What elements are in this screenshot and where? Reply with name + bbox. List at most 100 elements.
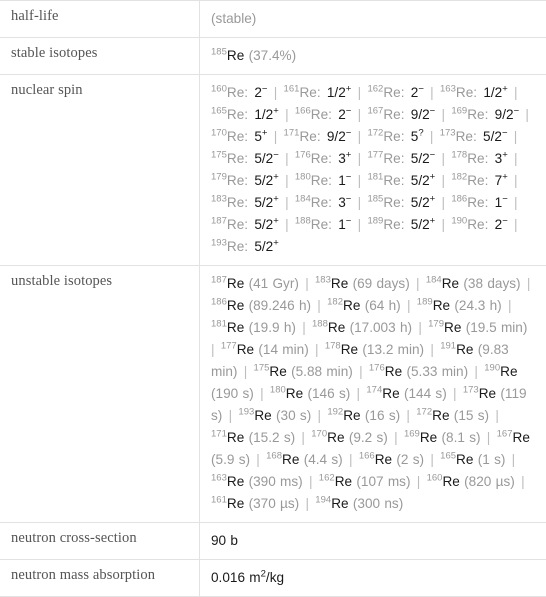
isotope-detail: (820 µs)	[464, 474, 515, 489]
table-row: half-life(stable)	[0, 1, 546, 38]
list-separator: |	[351, 85, 367, 100]
isotope-symbol: Re	[444, 320, 461, 335]
isotope-symbol: Re	[382, 386, 399, 401]
spin-number: 5	[254, 129, 262, 144]
list-separator: |	[508, 129, 520, 144]
isotope-entry: 189Re	[417, 298, 450, 313]
isotope-symbol: Re:	[227, 107, 248, 122]
spin-value: 9/2−	[325, 129, 351, 144]
isotope-entry: 170Re	[311, 430, 344, 445]
spin-entry: 178Re:	[451, 151, 488, 166]
spin-number: 1	[338, 173, 346, 188]
isotope-detail: (14 min)	[258, 342, 308, 357]
isotope-mass-number: 162	[319, 473, 335, 484]
isotope-detail: (41 Gyr)	[249, 276, 299, 291]
isotope-mass-number: 187	[211, 275, 227, 286]
isotope-detail: (16 s)	[365, 408, 400, 423]
list-separator: |	[505, 452, 517, 467]
spin-entry: 171Re:	[284, 129, 321, 144]
spin-entry: 181Re:	[367, 173, 404, 188]
isotope-symbol: Re	[479, 386, 496, 401]
isotope-symbol: Re	[227, 320, 244, 335]
isotope-entry: 194Re	[315, 496, 348, 511]
isotope-mass-number: 173	[463, 385, 479, 396]
isotope-symbol: Re	[335, 474, 352, 489]
spin-number: 5/2	[254, 195, 273, 210]
isotope-detail: (390 ms)	[249, 474, 303, 489]
isotope-mass-number: 188	[312, 319, 328, 330]
isotope-mass-number: 194	[315, 495, 331, 506]
spin-entry: 179Re:	[211, 173, 248, 188]
isotope-symbol: Re	[420, 430, 437, 445]
isotope-symbol: Re	[282, 452, 299, 467]
isotope-mass-number: 160	[427, 473, 443, 484]
spin-value: 5/2+	[409, 195, 435, 210]
spin-value: 1/2+	[325, 85, 351, 100]
isotope-entry: 167Re	[497, 430, 530, 445]
row-value: 90 b	[200, 523, 546, 560]
spin-number: 5/2	[411, 217, 430, 232]
list-separator: |	[481, 430, 497, 445]
value-text: 90 b	[211, 533, 238, 548]
spin-parity-sign: ?	[418, 128, 423, 139]
list-separator: |	[311, 298, 327, 313]
spin-parity-sign: +	[273, 238, 279, 249]
isotope-symbol: Re:	[383, 107, 404, 122]
table-row: nuclear spin160Re: 2− | 161Re: 1/2+ | 16…	[0, 75, 546, 266]
isotope-mass-number: 162	[367, 84, 383, 95]
isotope-entry: 166Re	[359, 452, 392, 467]
spin-parity-sign: +	[273, 106, 279, 117]
isotope-symbol: Re:	[227, 151, 248, 166]
spin-entry: 177Re:	[367, 151, 404, 166]
spin-number: 3	[338, 195, 346, 210]
isotope-detail: (300 ns)	[353, 496, 403, 511]
isotope-entry: 163Re	[211, 474, 244, 489]
isotope-symbol: Re	[433, 298, 450, 313]
spin-number: 5/2	[254, 151, 273, 166]
isotope-symbol: Re	[331, 276, 348, 291]
spin-value: 3+	[336, 151, 351, 166]
isotope-detail: (30 s)	[276, 408, 311, 423]
isotope-mass-number: 178	[325, 341, 341, 352]
spin-entry: 172Re:	[367, 129, 404, 144]
spin-value: 5/2+	[409, 173, 435, 188]
spin-entry: 193Re:	[211, 239, 248, 254]
spin-value: 3−	[336, 195, 351, 210]
spin-entry: 190Re:	[451, 217, 488, 232]
isotope-mass-number: 179	[211, 172, 227, 183]
spin-number: 5/2	[411, 151, 430, 166]
isotope-symbol: Re	[442, 276, 459, 291]
isotope-mass-number: 177	[221, 341, 237, 352]
list-separator: |	[295, 430, 311, 445]
isotope-detail: (37.4%)	[249, 48, 297, 63]
isotope-entry: 188Re	[312, 320, 345, 335]
isotope-mass-number: 181	[211, 319, 227, 330]
spin-number: 2	[338, 107, 346, 122]
isotope-detail: (9.2 s)	[349, 430, 388, 445]
spin-value: 9/2−	[493, 107, 519, 122]
spin-entry: 166Re:	[295, 107, 332, 122]
isotope-mass-number: 169	[404, 429, 420, 440]
isotope-symbol: Re	[254, 408, 271, 423]
isotope-symbol: Re	[227, 48, 244, 63]
isotope-detail: (64 h)	[365, 298, 401, 313]
isotope-mass-number: 170	[211, 128, 227, 139]
row-label: unstable isotopes	[0, 266, 200, 523]
isotope-entry: 187Re	[211, 276, 244, 291]
isotope-symbol: Re:	[467, 217, 488, 232]
isotope-symbol: Re:	[311, 107, 332, 122]
list-separator: |	[508, 85, 520, 100]
spin-value: 5+	[252, 129, 267, 144]
isotope-symbol: Re	[500, 364, 517, 379]
list-separator: |	[353, 364, 369, 379]
isotope-mass-number: 185	[367, 194, 383, 205]
spin-parity-sign: −	[502, 194, 508, 205]
isotope-symbol: Re	[227, 298, 244, 313]
isotope-symbol: Re	[286, 386, 303, 401]
isotope-symbol: Re	[343, 408, 360, 423]
isotope-detail: (17.003 h)	[350, 320, 412, 335]
isotope-detail: (13.2 min)	[362, 342, 424, 357]
spin-number: 5/2	[254, 173, 273, 188]
list-separator: |	[267, 85, 283, 100]
list-separator: |	[424, 129, 440, 144]
